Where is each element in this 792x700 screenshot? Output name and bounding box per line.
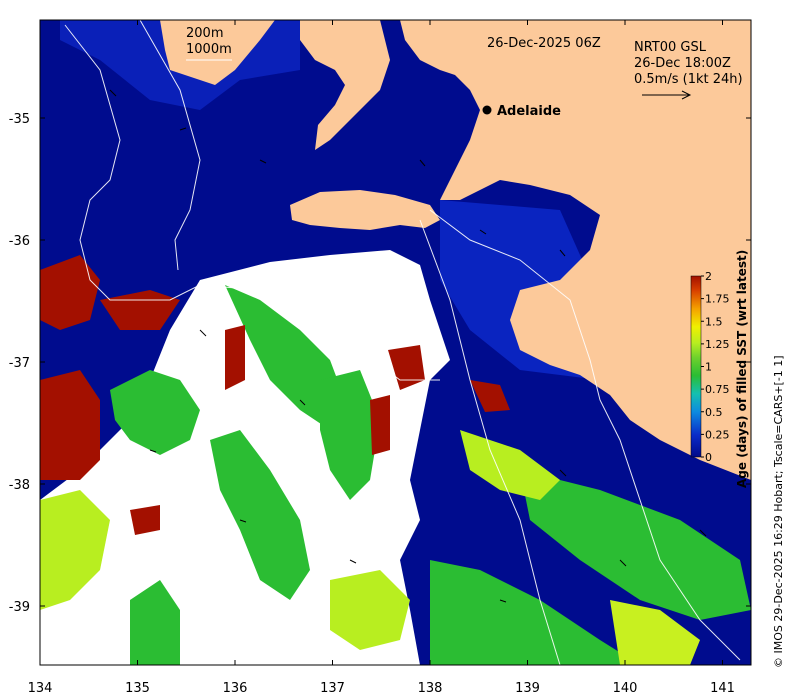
adelaide-marker [482, 105, 492, 115]
x-tick-label: 140 [613, 681, 638, 696]
y-tick-label: -35 [9, 112, 30, 127]
x-tick-label: 137 [320, 681, 345, 696]
x-tick-label: 139 [515, 681, 540, 696]
age-2-region-west-2 [40, 370, 100, 480]
x-tick-label: 141 [710, 681, 735, 696]
colorbar-tick-label: 1.25 [705, 338, 730, 351]
velocity-scale-label: 0.5m/s (1kt 24h) [634, 72, 743, 87]
colorbar-tick-label: 0.75 [705, 383, 730, 396]
y-tick-label: -37 [9, 356, 30, 371]
product-time: 26-Dec 18:00Z [634, 56, 731, 71]
colorbar-gradient [690, 275, 702, 458]
y-tick-label: -36 [9, 234, 30, 249]
age-2-region-south [130, 505, 160, 535]
map-panel: Adelaide 200m 1000m 26-Dec-2025 06Z NRT0… [40, 20, 751, 665]
x-tick-label: 135 [125, 681, 150, 696]
colorbar-tick-label: 0.25 [705, 428, 730, 441]
x-tick-label: 136 [223, 681, 248, 696]
contour-1000m-label: 1000m [186, 42, 232, 57]
product-name: NRT00 GSL [634, 40, 707, 55]
sst-age-figure: Adelaide 200m 1000m 26-Dec-2025 06Z NRT0… [9, 19, 785, 696]
x-tick-label: 134 [28, 681, 53, 696]
colorbar-tick-label: 0.5 [705, 406, 723, 419]
age-2-region-centre [370, 395, 390, 455]
x-tick-label: 138 [418, 681, 443, 696]
y-tick-label: -39 [9, 600, 30, 615]
colorbar-tick-label: 2 [705, 270, 712, 283]
colorbar-tick-label: 1.5 [705, 315, 723, 328]
colorbar-tick-label: 0 [705, 451, 712, 464]
colorbar-tick-label: 1.75 [705, 293, 730, 306]
colorbar-tick-label: 1 [705, 361, 712, 374]
age-2-region-inner [225, 325, 245, 390]
y-tick-label: -38 [9, 478, 30, 493]
map-date-label: 26-Dec-2025 06Z [487, 36, 601, 51]
contour-200m-label: 200m [186, 26, 223, 41]
credit-text: © IMOS 29-Dec-2025 16:29 Hobart; Tscale=… [772, 355, 785, 668]
adelaide-label: Adelaide [497, 104, 561, 119]
colorbar-title: Age (days) of filled SST (wrt latest) [735, 250, 749, 488]
